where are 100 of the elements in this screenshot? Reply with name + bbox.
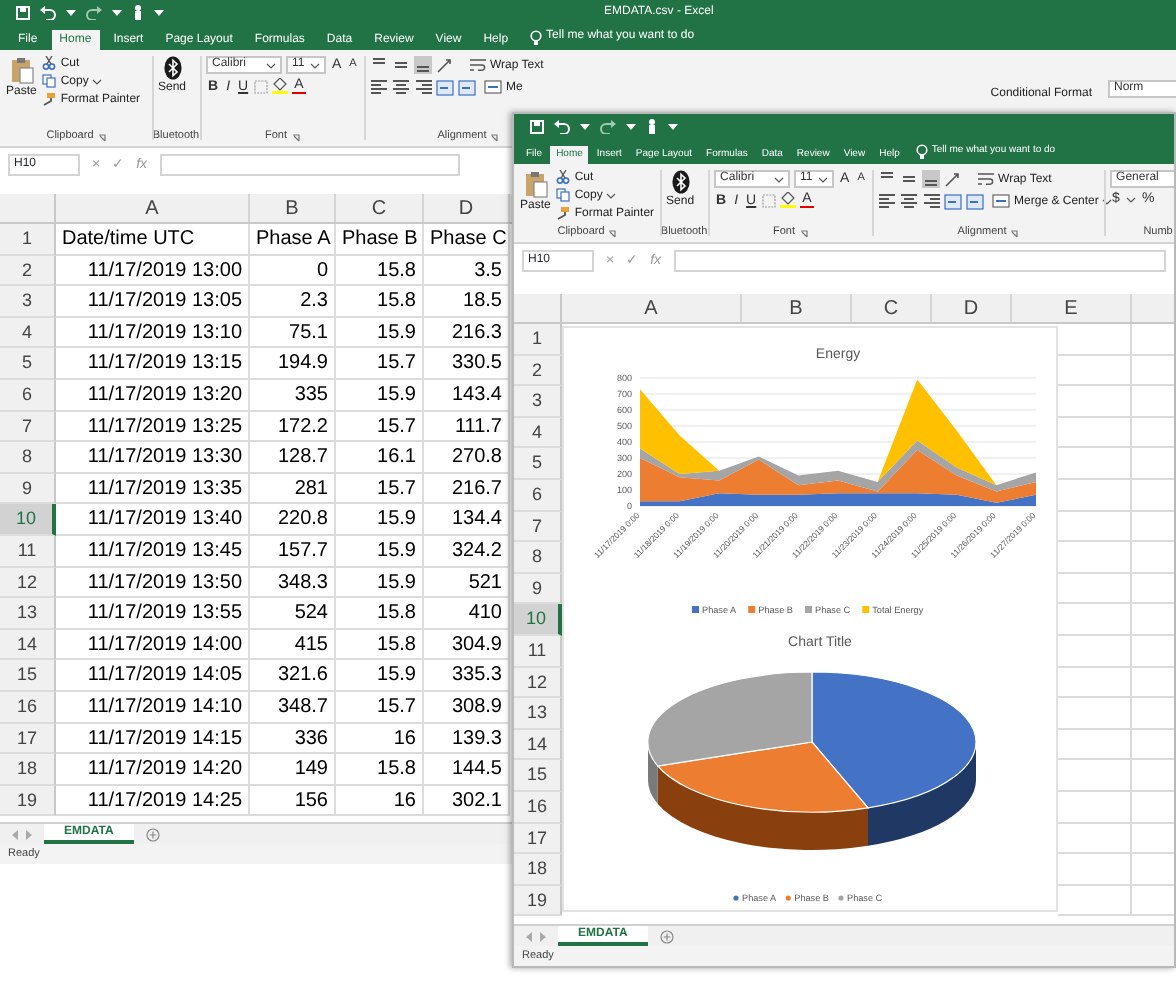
empty-row-cells[interactable]	[1058, 604, 1174, 636]
chart-area[interactable]	[562, 326, 1058, 912]
undo-icon[interactable]	[554, 119, 570, 133]
align-right-icon[interactable]	[414, 78, 432, 96]
row-header[interactable]: 11	[0, 535, 56, 568]
dropdown-caret-icon[interactable]	[606, 191, 617, 199]
formula-input[interactable]	[673, 250, 1166, 272]
empty-row-cells[interactable]	[1058, 324, 1174, 356]
dialog-launcher-icon[interactable]	[799, 229, 808, 237]
column-header[interactable]: A	[562, 294, 742, 322]
dropdown-caret-icon[interactable]	[266, 61, 276, 69]
paste-icon[interactable]	[523, 170, 548, 198]
column-header[interactable]: C	[852, 294, 932, 322]
caret-icon[interactable]	[580, 122, 590, 130]
text-orientation-icon[interactable]	[436, 57, 454, 73]
caret-icon[interactable]	[154, 8, 164, 16]
row-header[interactable]: 5	[514, 448, 562, 480]
dialog-launcher-icon[interactable]	[97, 133, 106, 141]
row-header[interactable]: 4	[0, 317, 56, 349]
bluetooth-icon[interactable]	[671, 170, 690, 194]
bluetooth-icon[interactable]	[163, 56, 181, 80]
column-header[interactable]: D	[932, 294, 1012, 322]
dropdown-caret-icon[interactable]	[1125, 195, 1136, 203]
empty-row-cells[interactable]	[1058, 511, 1174, 543]
caret-icon[interactable]	[668, 122, 678, 130]
scissors-icon[interactable]	[42, 56, 57, 70]
align-right-icon[interactable]	[922, 192, 941, 210]
middle-align-icon[interactable]	[900, 170, 919, 188]
center-icon[interactable]	[900, 192, 919, 210]
row-header[interactable]: 17	[0, 723, 56, 755]
empty-row-cells[interactable]	[1058, 823, 1174, 855]
fill-color-icon[interactable]	[780, 192, 797, 208]
row-header[interactable]: 15	[0, 660, 56, 692]
dropdown-caret-icon[interactable]	[1102, 197, 1113, 205]
row-header[interactable]: 3	[514, 386, 562, 418]
increase-indent-icon[interactable]	[966, 193, 985, 209]
row-header[interactable]: 9	[0, 473, 56, 505]
row-header[interactable]: 8	[514, 542, 562, 574]
empty-row-cells[interactable]	[1058, 542, 1174, 574]
dialog-launcher-icon[interactable]	[1010, 229, 1019, 237]
row-header[interactable]: 17	[514, 823, 562, 855]
row-header[interactable]: 16	[514, 791, 562, 823]
row-header[interactable]: 11	[514, 635, 562, 668]
caret-icon[interactable]	[626, 122, 636, 130]
dropdown-caret-icon[interactable]	[92, 77, 103, 85]
save-icon[interactable]	[16, 5, 30, 19]
redo-icon[interactable]	[86, 5, 102, 19]
column-header[interactable]: E	[1012, 294, 1132, 322]
empty-row-cells[interactable]	[1058, 448, 1174, 480]
bottom-align-icon[interactable]	[922, 170, 941, 188]
row-header[interactable]: 3	[0, 286, 56, 318]
align-left-icon[interactable]	[878, 192, 897, 210]
row-header[interactable]: 5	[0, 348, 56, 380]
dropdown-caret-icon[interactable]	[774, 175, 785, 183]
row-header[interactable]: 13	[0, 598, 56, 630]
undo-icon[interactable]	[40, 5, 56, 19]
wrap-text-icon[interactable]	[470, 58, 486, 72]
row-header[interactable]: 14	[0, 629, 56, 661]
empty-row-cells[interactable]	[1058, 479, 1174, 512]
row-header[interactable]: 18	[0, 754, 56, 786]
row-header[interactable]: 14	[514, 729, 562, 761]
paintbrush-icon[interactable]	[42, 92, 57, 106]
row-header[interactable]: 8	[0, 442, 56, 474]
dropdown-caret-icon[interactable]	[310, 61, 320, 69]
copy-icon[interactable]	[42, 74, 57, 88]
column-header[interactable]: D	[424, 194, 510, 222]
empty-row-cells[interactable]	[1058, 854, 1174, 886]
row-header[interactable]: 13	[514, 698, 562, 730]
empty-row-cells[interactable]	[1058, 760, 1174, 792]
row-header[interactable]: 1	[0, 224, 56, 256]
row-header[interactable]: 7	[0, 411, 56, 443]
touch-mode-icon[interactable]	[646, 118, 658, 134]
row-header[interactable]: 18	[514, 854, 562, 886]
row-header[interactable]: 10	[514, 604, 562, 636]
empty-row-cells[interactable]	[1058, 386, 1174, 418]
row-header[interactable]: 1	[514, 324, 562, 356]
row-header[interactable]: 9	[514, 573, 562, 605]
column-header[interactable]: B	[250, 194, 336, 222]
text-orientation-icon[interactable]	[944, 171, 963, 187]
empty-row-cells[interactable]	[1058, 667, 1174, 699]
column-header[interactable]: A	[56, 194, 250, 222]
empty-row-cells[interactable]	[1058, 635, 1174, 668]
empty-row-cells[interactable]	[1058, 791, 1174, 823]
row-header[interactable]: 6	[514, 479, 562, 512]
row-header[interactable]: 2	[514, 355, 562, 387]
empty-row-cells[interactable]	[1058, 698, 1174, 730]
row-header[interactable]: 12	[514, 667, 562, 699]
save-icon[interactable]	[530, 119, 544, 133]
row-header[interactable]: 7	[514, 511, 562, 543]
dialog-launcher-icon[interactable]	[608, 229, 617, 237]
fill-color-icon[interactable]	[272, 78, 289, 94]
row-header[interactable]: 2	[0, 255, 56, 287]
bottom-align-icon[interactable]	[414, 56, 432, 74]
merge-cells-icon[interactable]	[484, 80, 502, 94]
add-sheet-icon[interactable]	[145, 827, 160, 841]
column-header[interactable]: B	[742, 294, 852, 322]
row-header[interactable]: 12	[0, 567, 56, 599]
row-header[interactable]: 16	[0, 691, 56, 723]
align-left-icon[interactable]	[370, 78, 388, 96]
empty-row-cells[interactable]	[1058, 355, 1174, 387]
